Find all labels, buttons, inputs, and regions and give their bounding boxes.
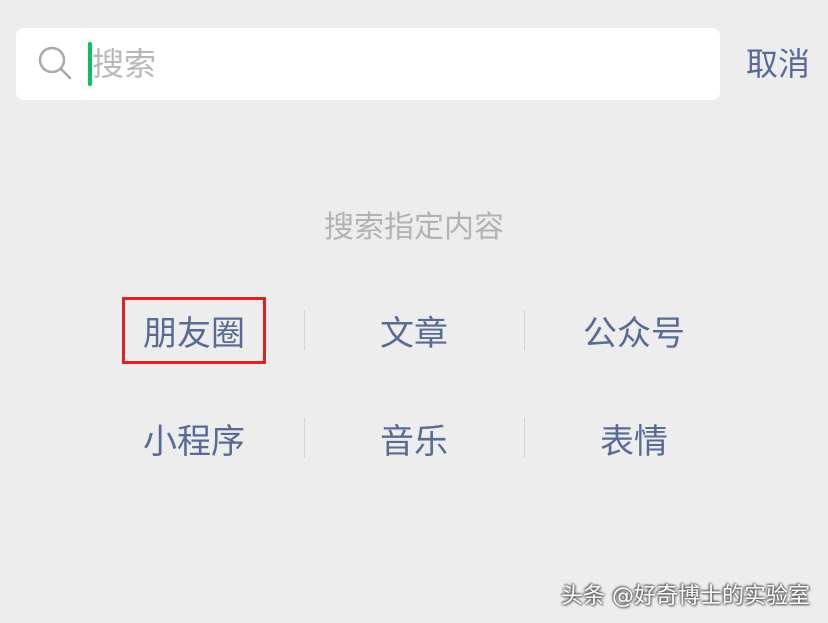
divider bbox=[304, 310, 305, 350]
divider bbox=[524, 418, 525, 458]
divider bbox=[524, 310, 525, 350]
search-input[interactable] bbox=[92, 40, 692, 88]
watermark: 头条 @好奇博士的实验室 bbox=[561, 584, 810, 609]
section-title: 搜索指定内容 bbox=[324, 210, 504, 245]
category-mini-programs[interactable]: 小程序 bbox=[84, 408, 304, 468]
category-row-2: 小程序 音乐 表情 bbox=[84, 408, 744, 468]
category-stickers[interactable]: 表情 bbox=[524, 408, 744, 468]
category-official-accounts[interactable]: 公众号 bbox=[524, 300, 744, 360]
category-articles-label: 文章 bbox=[380, 313, 448, 354]
category-stickers-label: 表情 bbox=[600, 421, 668, 462]
category-row-1: 朋友圈 文章 公众号 bbox=[84, 296, 744, 364]
category-moments-label: 朋友圈 bbox=[122, 296, 266, 364]
category-moments[interactable]: 朋友圈 bbox=[84, 296, 304, 364]
category-music[interactable]: 音乐 bbox=[304, 408, 524, 468]
category-mini-programs-label: 小程序 bbox=[143, 421, 245, 462]
divider bbox=[304, 418, 305, 458]
category-official-accounts-label: 公众号 bbox=[583, 313, 685, 354]
category-grid: 朋友圈 文章 公众号 小程序 音乐 表情 bbox=[84, 296, 744, 516]
search-icon bbox=[38, 46, 72, 80]
category-articles[interactable]: 文章 bbox=[304, 300, 524, 360]
cancel-button[interactable]: 取消 bbox=[740, 38, 816, 90]
category-music-label: 音乐 bbox=[380, 421, 448, 462]
